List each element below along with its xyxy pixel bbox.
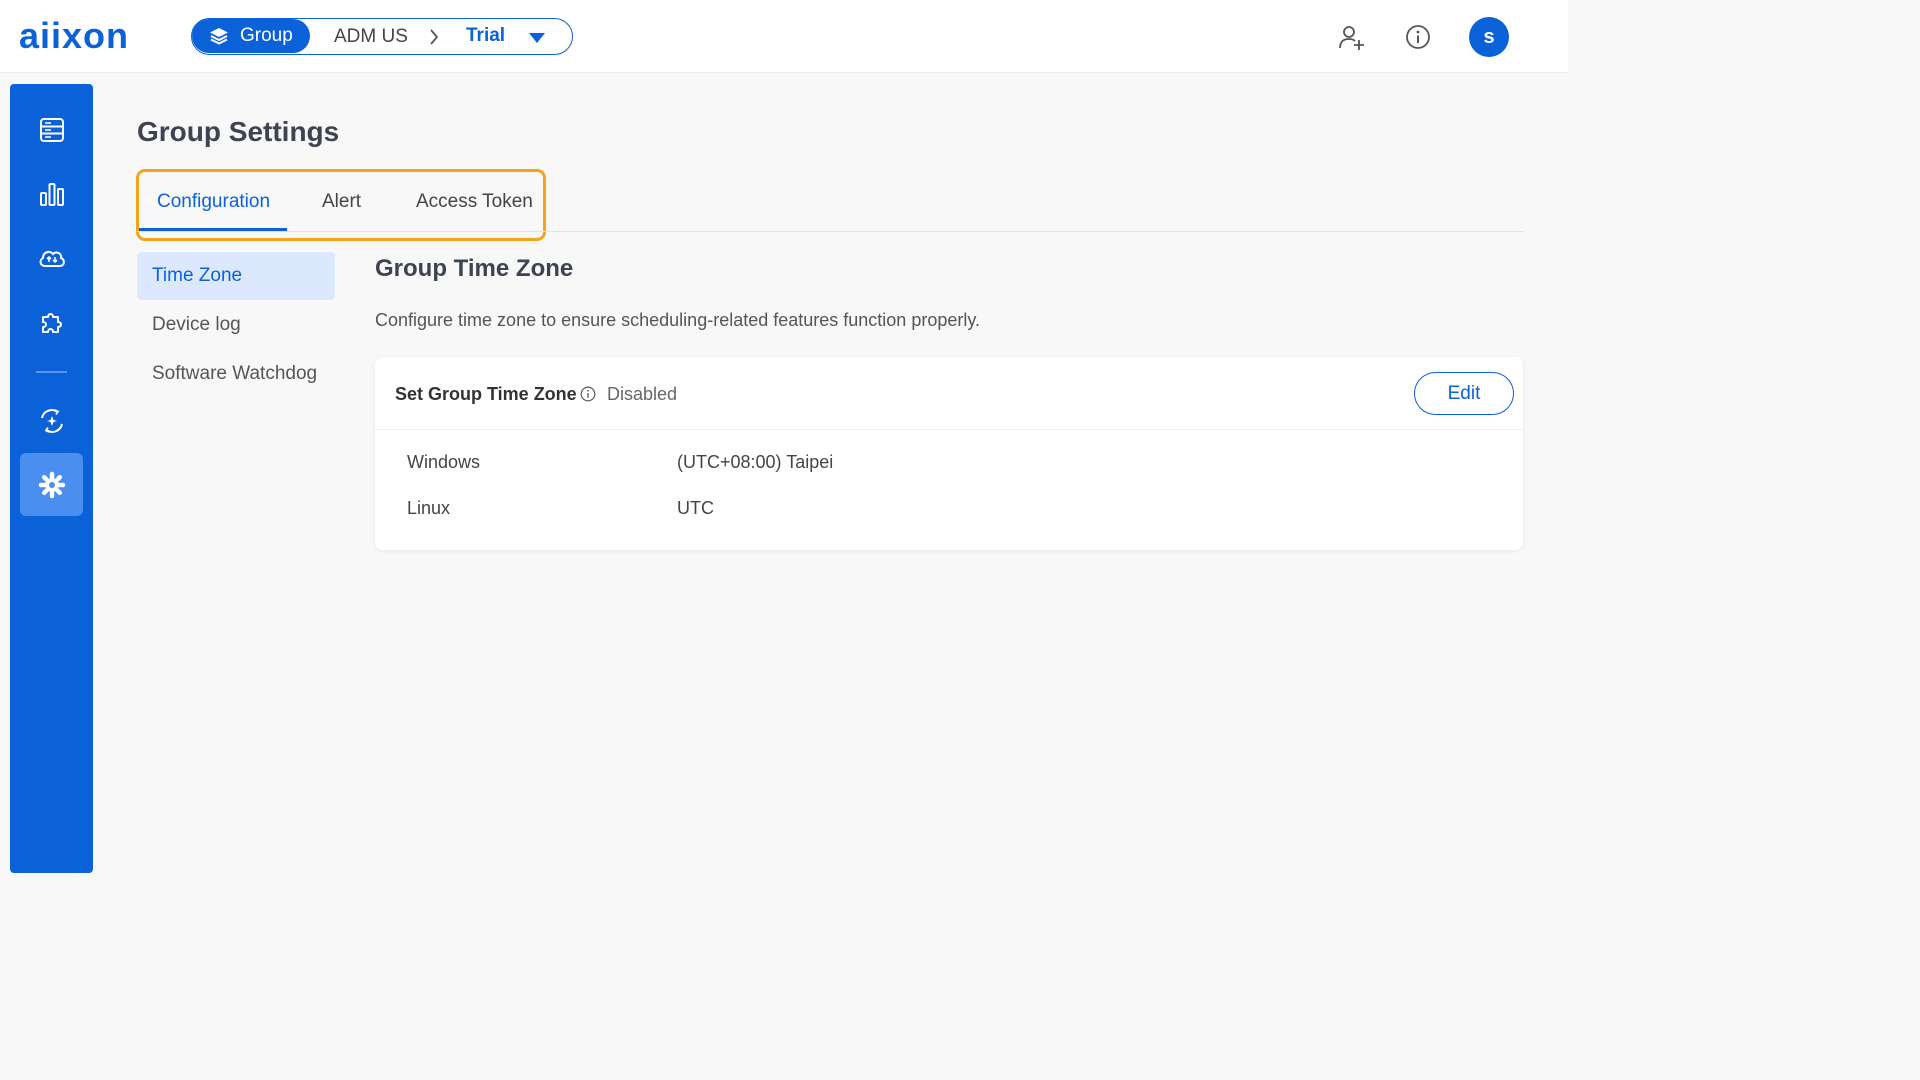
row-value-linux: UTC — [677, 498, 714, 518]
sidebar-divider — [36, 371, 67, 373]
breadcrumb-current[interactable]: Trial — [466, 25, 505, 47]
monitor-icon — [40, 408, 63, 433]
page-title: Group Settings — [137, 116, 340, 147]
section-description: Configure time zone to ensure scheduling… — [375, 310, 981, 330]
sidebar-item-monitor[interactable] — [20, 389, 83, 452]
sidebar-item-devices[interactable] — [20, 98, 83, 161]
sidebar — [10, 84, 93, 873]
breadcrumb-org[interactable]: ADM US — [334, 26, 408, 48]
info-icon — [1406, 25, 1430, 49]
chevron-right-icon — [430, 29, 439, 45]
tab-alert[interactable]: Alert — [322, 191, 361, 213]
plugin-icon — [41, 312, 62, 333]
layers-icon — [210, 28, 228, 45]
edit-button[interactable]: Edit — [1414, 372, 1514, 415]
add-user-icon — [1339, 26, 1364, 50]
sidebar-item-dashboard[interactable] — [20, 162, 83, 225]
card-header: Set Group Time Zone Disabled Edit — [375, 357, 1523, 430]
caret-down-icon[interactable] — [528, 32, 546, 44]
group-badge-label: Group — [240, 25, 293, 46]
time-zone-card: Set Group Time Zone Disabled Edit Window… — [375, 357, 1523, 550]
dashboard-chart-icon — [39, 182, 64, 206]
sidebar-item-settings[interactable] — [20, 453, 83, 516]
row-label-linux: Linux — [407, 498, 451, 518]
sidebar-item-plugins[interactable] — [20, 290, 83, 353]
subnav-time-zone[interactable]: Time Zone — [137, 252, 335, 300]
app-logo[interactable]: aiixon — [19, 18, 129, 54]
tabs-divider — [137, 231, 1523, 232]
subnav-device-log[interactable]: Device log — [137, 301, 335, 349]
cloud-sync-icon — [39, 250, 65, 267]
row-value-windows: (UTC+08:00) Taipei — [677, 452, 834, 472]
group-breadcrumb[interactable]: Group ADM US Trial — [191, 18, 573, 55]
subnav-software-watchdog[interactable]: Software Watchdog — [137, 350, 335, 398]
tab-configuration[interactable]: Configuration — [157, 191, 270, 213]
sidebar-item-cloud[interactable] — [20, 226, 83, 289]
info-button[interactable] — [1403, 22, 1433, 52]
settings-gear-icon — [38, 471, 65, 498]
status-text: Disabled — [607, 384, 678, 404]
tab-access-token[interactable]: Access Token — [416, 191, 533, 213]
device-list-icon — [39, 117, 64, 142]
top-bar: aiixon Group ADM US Trial s — [0, 0, 1568, 73]
card-title: Set Group Time Zone — [395, 384, 577, 404]
add-user-button[interactable] — [1337, 22, 1367, 52]
user-avatar[interactable]: s — [1469, 17, 1509, 57]
info-icon[interactable] — [580, 386, 596, 402]
row-label-windows: Windows — [407, 452, 481, 472]
group-badge[interactable]: Group — [192, 19, 310, 53]
section-title: Group Time Zone — [375, 255, 574, 282]
